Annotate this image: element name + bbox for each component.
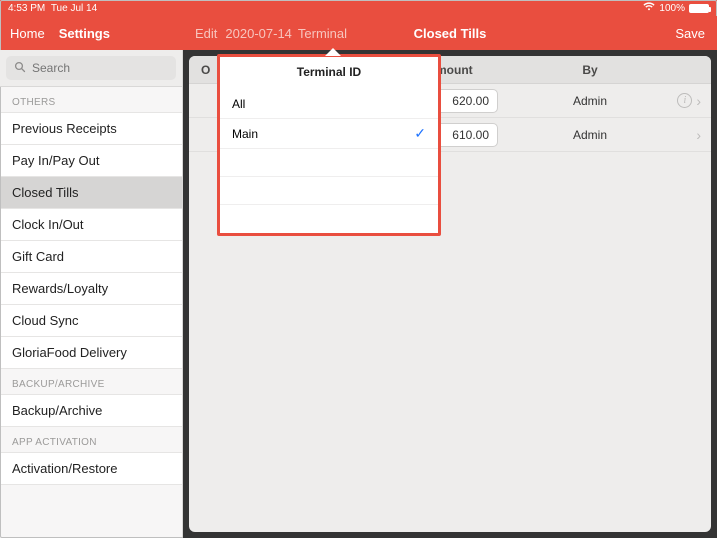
section-activation: APP ACTIVATION (0, 427, 182, 452)
edit-button[interactable]: Edit (195, 26, 217, 41)
battery-icon (689, 4, 709, 13)
sidebar-item[interactable]: Backup/Archive (0, 394, 182, 427)
popover-title: Terminal ID (220, 57, 438, 89)
search-input[interactable] (6, 56, 176, 80)
sidebar-item[interactable]: Previous Receipts (0, 112, 182, 145)
sidebar-item[interactable]: Gift Card (0, 241, 182, 273)
sidebar: OTHERS Previous ReceiptsPay In/Pay OutCl… (0, 50, 183, 538)
info-icon[interactable]: i (677, 93, 692, 108)
sidebar-header: Home Settings (0, 16, 183, 50)
by-cell: Admin (515, 128, 665, 142)
wifi-icon (643, 2, 655, 14)
chevron-right-icon: › (696, 127, 701, 143)
status-bar: 4:53 PM Tue Jul 14 100% (0, 0, 717, 16)
col-by: By (515, 63, 665, 77)
sidebar-item[interactable]: Activation/Restore (0, 452, 182, 485)
sidebar-item[interactable]: GloriaFood Delivery (0, 337, 182, 369)
terminal-filter[interactable]: Terminal (298, 26, 347, 41)
popover-item[interactable]: Main ✓ (220, 119, 438, 149)
popover-item-label: All (232, 97, 245, 111)
check-icon: ✓ (414, 125, 426, 142)
sidebar-item[interactable]: Cloud Sync (0, 305, 182, 337)
popover-arrow (325, 48, 341, 56)
by-cell: Admin (515, 94, 665, 108)
page-title: Closed Tills (414, 26, 487, 41)
date-filter[interactable]: 2020-07-14 (225, 26, 292, 41)
popover-item[interactable]: All (220, 89, 438, 119)
main-header: Edit 2020-07-14 Terminal Closed Tills Sa… (183, 16, 717, 50)
sidebar-item[interactable]: Clock In/Out (0, 209, 182, 241)
popover-item-label: Main (232, 127, 258, 141)
settings-title: Settings (59, 26, 110, 41)
section-backup: BACKUP/ARCHIVE (0, 369, 182, 394)
sidebar-item[interactable]: Rewards/Loyalty (0, 273, 182, 305)
terminal-popover: Terminal ID All Main ✓ (217, 54, 441, 236)
battery-percent: 100% (659, 3, 685, 14)
sidebar-item[interactable]: Pay In/Pay Out (0, 145, 182, 177)
home-button[interactable]: Home (10, 26, 45, 41)
section-others: OTHERS (0, 87, 182, 112)
chevron-right-icon: › (696, 93, 701, 109)
sidebar-item[interactable]: Closed Tills (0, 177, 182, 209)
search-icon (14, 61, 26, 76)
status-date: Tue Jul 14 (51, 3, 97, 14)
status-time: 4:53 PM (8, 3, 45, 14)
save-button[interactable]: Save (675, 26, 705, 41)
